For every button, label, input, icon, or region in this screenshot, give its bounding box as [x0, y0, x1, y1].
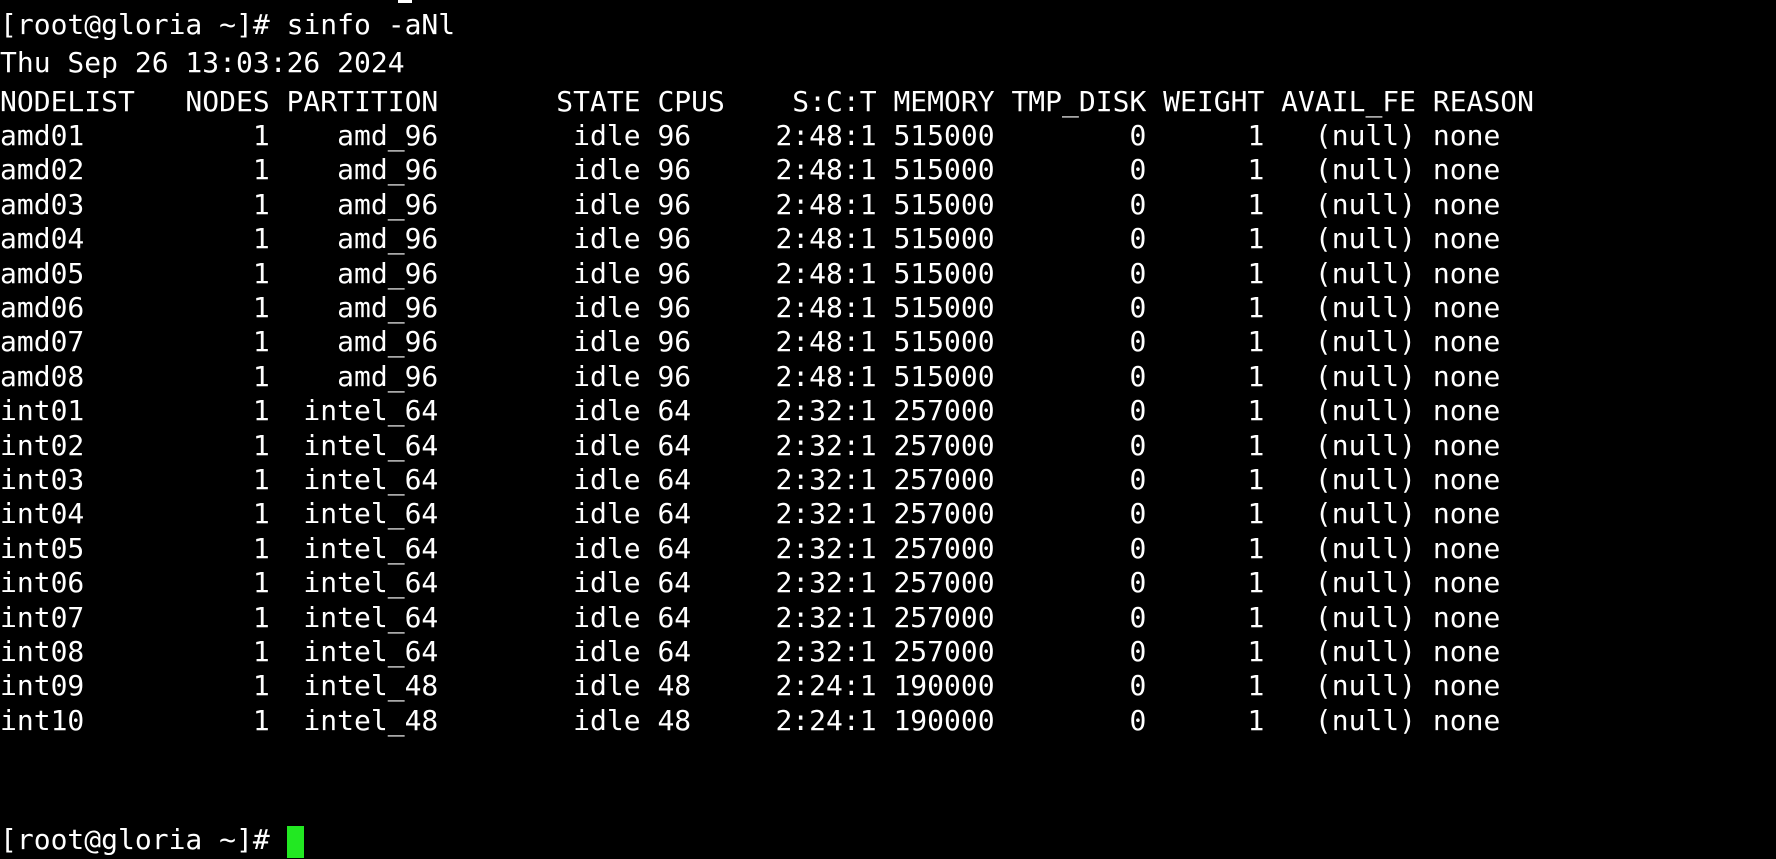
- prompt-text: [root@gloria ~]#: [0, 823, 287, 856]
- table-row: int10 1 intel_48 idle 48 2:24:1 190000 0…: [0, 704, 1501, 737]
- table-row: int06 1 intel_64 idle 64 2:32:1 257000 0…: [0, 566, 1501, 599]
- terminal-window[interactable]: { "terminal": { "command_line": "[root@g…: [0, 0, 1776, 858]
- table-row: int04 1 intel_64 idle 64 2:32:1 257000 0…: [0, 497, 1501, 530]
- text-cursor: [286, 826, 304, 858]
- table-row: amd04 1 amd_96 idle 96 2:48:1 515000 0 1…: [0, 222, 1501, 255]
- table-row: int09 1 intel_48 idle 48 2:24:1 190000 0…: [0, 669, 1501, 702]
- table-row: amd07 1 amd_96 idle 96 2:48:1 515000 0 1…: [0, 325, 1501, 358]
- command-line: [root@gloria ~]# sinfo -aNl: [0, 8, 456, 41]
- timestamp-line: Thu Sep 26 13:03:26 2024: [0, 46, 405, 79]
- cursor-remnant: [398, 0, 412, 3]
- prompt-line[interactable]: [root@gloria ~]#: [0, 820, 304, 859]
- table-row: int01 1 intel_64 idle 64 2:32:1 257000 0…: [0, 394, 1501, 427]
- table-row: amd02 1 amd_96 idle 96 2:48:1 515000 0 1…: [0, 153, 1501, 186]
